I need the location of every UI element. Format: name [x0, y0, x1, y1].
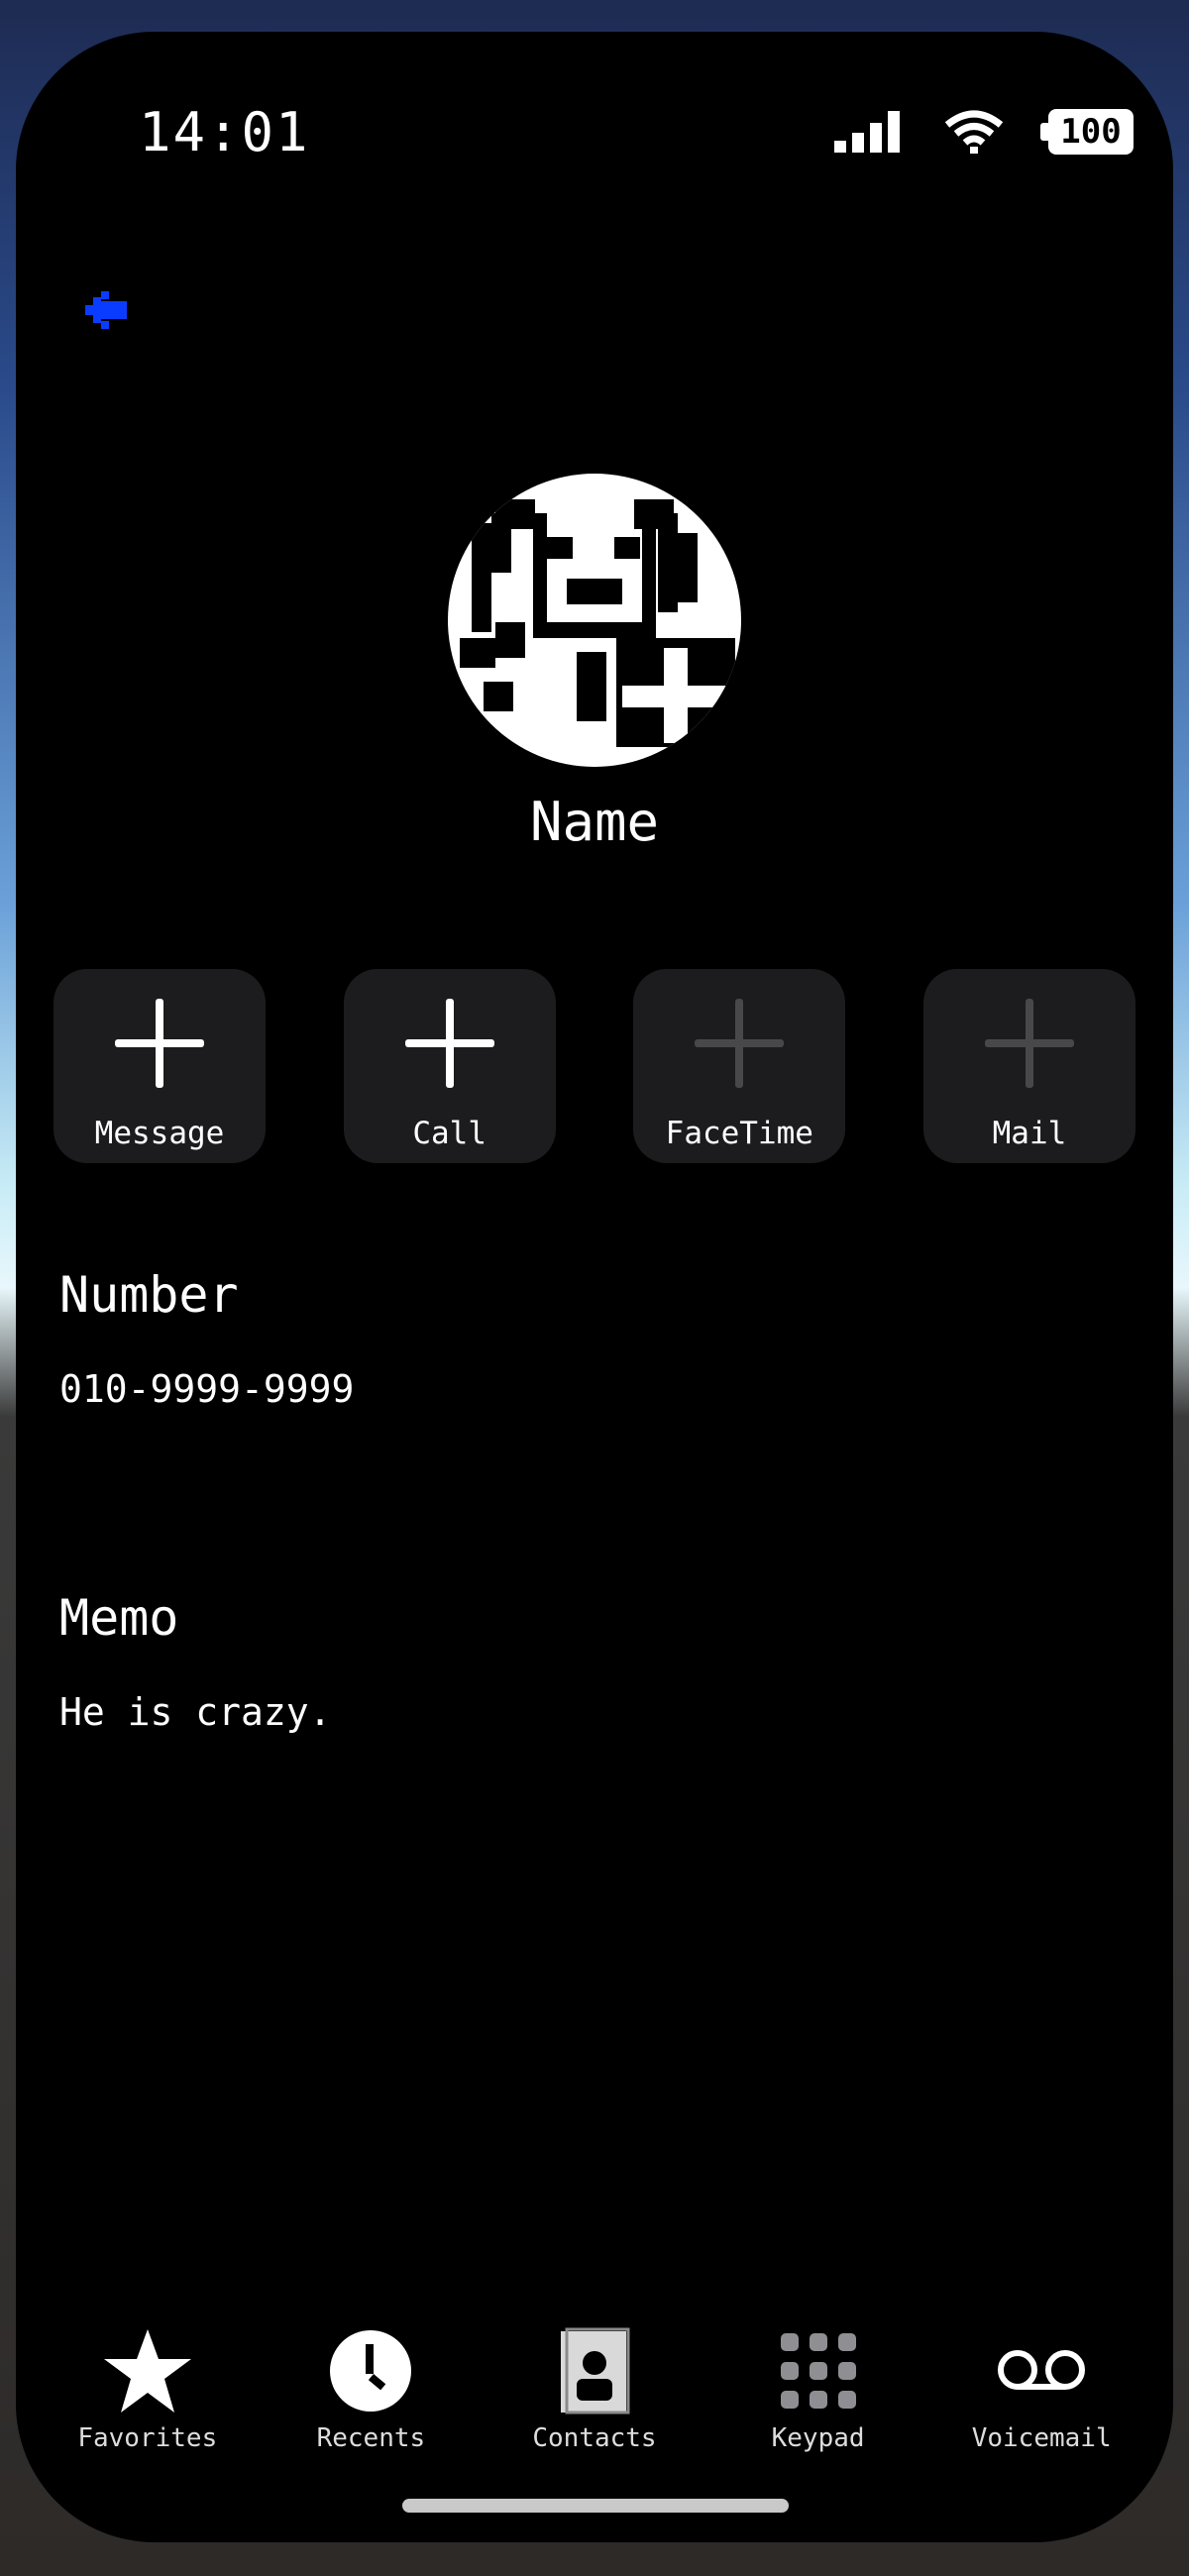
clock-icon	[330, 2330, 412, 2412]
call-label: Call	[412, 1116, 486, 1151]
message-label: Message	[94, 1116, 225, 1151]
facetime-label: FaceTime	[665, 1116, 813, 1151]
tab-label: Recents	[316, 2423, 426, 2453]
plus-icon	[404, 999, 494, 1088]
tab-label: Favorites	[77, 2423, 218, 2453]
number-value[interactable]: 010-9999-9999	[59, 1367, 354, 1411]
battery-level: 100	[1060, 112, 1122, 152]
tab-bar: Favorites Recents Contacts Keypad Voicem…	[16, 2326, 1173, 2453]
status-time: 14:01	[139, 101, 310, 163]
tab-label: Contacts	[532, 2423, 657, 2453]
voicemail-icon	[998, 2350, 1086, 2390]
plus-icon	[115, 999, 204, 1088]
mail-label: Mail	[992, 1116, 1067, 1151]
message-button[interactable]: Message	[54, 969, 266, 1163]
contact-avatar[interactable]	[448, 474, 741, 767]
memo-value[interactable]: He is crazy.	[59, 1690, 332, 1734]
memo-title: Memo	[59, 1589, 179, 1647]
tab-keypad[interactable]: Keypad	[719, 2326, 918, 2453]
phone-screen: 14:01 100 Name Message Call FaceTime Mai…	[16, 32, 1173, 2542]
facetime-button[interactable]: FaceTime	[633, 969, 846, 1163]
tab-label: Voicemail	[971, 2423, 1112, 2453]
keypad-icon	[780, 2333, 856, 2409]
back-arrow-icon[interactable]	[79, 281, 139, 341]
mail-button[interactable]: Mail	[922, 969, 1135, 1163]
signal-icon	[834, 111, 900, 153]
tab-voicemail[interactable]: Voicemail	[942, 2326, 1140, 2453]
contact-name: Name	[529, 791, 660, 853]
action-buttons: Message Call FaceTime Mail	[54, 969, 1135, 1163]
plus-icon	[984, 999, 1074, 1088]
home-indicator[interactable]	[402, 2499, 789, 2513]
status-icons: 100	[834, 109, 1134, 155]
tab-recents[interactable]: Recents	[271, 2326, 470, 2453]
plus-icon	[695, 999, 785, 1088]
call-button[interactable]: Call	[343, 969, 556, 1163]
tab-label: Keypad	[771, 2423, 865, 2453]
tab-favorites[interactable]: Favorites	[49, 2326, 247, 2453]
battery-icon: 100	[1040, 109, 1134, 155]
wifi-icon	[944, 110, 1004, 154]
star-icon	[103, 2329, 191, 2413]
contacts-icon	[560, 2327, 630, 2415]
number-title: Number	[59, 1266, 239, 1324]
tab-contacts[interactable]: Contacts	[495, 2326, 694, 2453]
pixel-avatar-add-icon	[460, 499, 735, 747]
